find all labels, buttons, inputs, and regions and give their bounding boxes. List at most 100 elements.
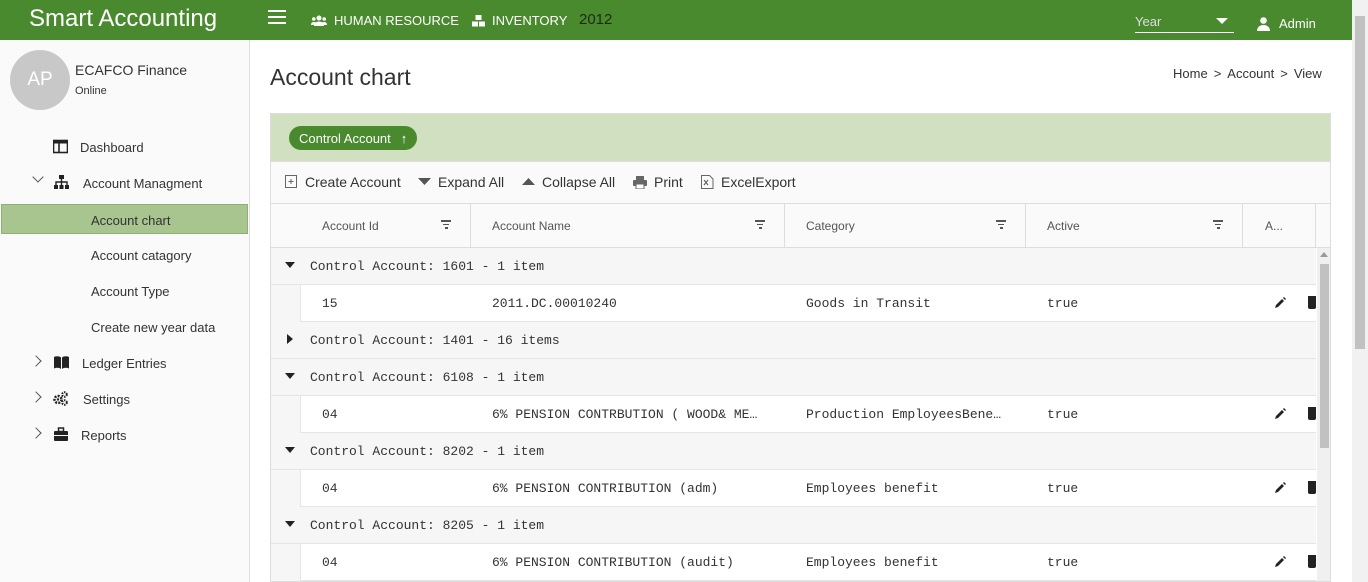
sidebar-item-label: Create new year data [91, 320, 216, 335]
page-scrollbar-thumb[interactable] [1355, 16, 1365, 349]
collapse-caret-icon[interactable] [285, 521, 295, 527]
app-brand[interactable]: Smart Accounting [29, 5, 217, 33]
edit-pencil-icon[interactable] [1273, 555, 1287, 569]
table-row[interactable]: 04 6% PENSION CONTRBUTION ( WOOD& ME… Pr… [271, 396, 1316, 433]
edit-pencil-icon[interactable] [1273, 481, 1287, 495]
group-row[interactable]: Control Account: 8205 - 1 item [271, 507, 1316, 544]
sitemap-icon [54, 175, 69, 189]
boxes-icon [472, 14, 485, 26]
nav-inventory-label: INVENTORY [492, 13, 568, 28]
column-header-actions[interactable]: A... [1243, 204, 1316, 248]
briefcase-icon [54, 427, 68, 441]
cell-category: Employees benefit [806, 555, 939, 570]
expand-caret-icon[interactable] [287, 334, 293, 344]
nav-human-resource[interactable]: HUMAN RESOURCE [311, 13, 459, 28]
edit-pencil-icon[interactable] [1273, 296, 1287, 310]
trash-icon[interactable] [1308, 407, 1316, 420]
column-header-label: Category [806, 219, 855, 233]
edit-pencil-icon[interactable] [1273, 407, 1287, 421]
collapse-caret-icon[interactable] [285, 447, 295, 453]
sidebar-item-account-managment[interactable]: Account Managment [1, 168, 248, 198]
nav-inventory[interactable]: INVENTORY [472, 13, 567, 28]
trash-icon[interactable] [1308, 481, 1316, 494]
table-row[interactable]: 04 6% PENSION CONTRIBUTION (audit) Emplo… [271, 544, 1316, 581]
grid-toolbar: Create Account Expand All Collapse All P… [271, 162, 1330, 204]
collapse-all-button[interactable]: Collapse All [522, 174, 615, 190]
group-row[interactable]: Control Account: 6108 - 1 item [271, 359, 1316, 396]
cell-active: true [1047, 555, 1079, 570]
cell-active: true [1047, 407, 1079, 422]
column-header-category[interactable]: Category [785, 204, 1026, 248]
group-chip-control-account[interactable]: Control Account ↑ [289, 126, 418, 150]
breadcrumb: Home > Account > View [1173, 66, 1322, 81]
column-header-label: Account Id [322, 219, 379, 233]
cell-account-id: 15 [322, 296, 338, 311]
cell-account-id: 04 [322, 407, 338, 422]
breadcrumb-separator: > [1280, 66, 1288, 81]
sidebar-item-account-type[interactable]: Account Type [1, 276, 248, 306]
cell-account-name: 6% PENSION CONTRIBUTION (adm) [492, 481, 719, 496]
sidebar-item-reports[interactable]: Reports [1, 420, 248, 450]
sidebar: AP ECAFCO Finance Online Dashboard Accou… [0, 40, 250, 582]
sidebar-item-label: Reports [81, 428, 127, 443]
breadcrumb-separator: > [1213, 66, 1222, 81]
filter-icon[interactable] [441, 220, 451, 229]
year-select-placeholder: Year [1135, 14, 1162, 29]
cell-active: true [1047, 481, 1079, 496]
cell-account-id: 04 [322, 555, 338, 570]
column-header-account-name[interactable]: Account Name [471, 204, 785, 248]
cell-category: Employees benefit [806, 481, 939, 496]
hamburger-menu-icon[interactable] [268, 10, 286, 26]
excel-export-button[interactable]: ExcelExport [701, 174, 796, 190]
cell-account-id: 04 [322, 481, 338, 496]
breadcrumb-account[interactable]: Account [1227, 66, 1274, 81]
group-row[interactable]: Control Account: 1601 - 1 item [271, 248, 1316, 285]
collapse-caret-icon[interactable] [285, 262, 295, 268]
column-header-label: Account Name [492, 219, 571, 233]
column-header-active[interactable]: Active [1026, 204, 1243, 248]
current-year: 2012 [579, 11, 613, 28]
year-select[interactable]: Year [1135, 14, 1234, 33]
expand-all-button[interactable]: Expand All [418, 174, 504, 190]
row-indent [271, 396, 301, 433]
sidebar-item-account-catagory[interactable]: Account catagory [1, 240, 248, 270]
group-row[interactable]: Control Account: 8202 - 1 item [271, 433, 1316, 470]
filter-icon[interactable] [755, 220, 765, 229]
create-account-button[interactable]: Create Account [285, 174, 401, 190]
sidebar-item-settings[interactable]: Settings [1, 384, 248, 414]
breadcrumb-home[interactable]: Home [1173, 66, 1208, 81]
column-header-label: A... [1265, 219, 1284, 233]
sidebar-item-account-chart[interactable]: Account chart [1, 204, 248, 234]
group-row-label: Control Account: 6108 - 1 item [310, 370, 545, 385]
admin-menu[interactable]: Admin [1257, 16, 1316, 31]
sidebar-item-create-new-year-data[interactable]: Create new year data [1, 312, 248, 342]
sidebar-item-label: Ledger Entries [82, 356, 167, 371]
group-row[interactable]: Control Account: 1401 - 16 items [271, 322, 1316, 359]
create-account-label: Create Account [305, 174, 401, 190]
collapse-caret-icon[interactable] [285, 373, 295, 379]
page-title: Account chart [270, 64, 411, 90]
cell-category: Goods in Transit [806, 296, 931, 311]
grid-scrollbar-thumb[interactable] [1320, 264, 1329, 448]
grid-scrollbar[interactable] [1317, 248, 1330, 581]
sidebar-item-label: Account catagory [91, 248, 192, 263]
scroll-up-arrow-icon[interactable] [1320, 252, 1328, 257]
gears-icon [53, 391, 68, 406]
sidebar-item-dashboard[interactable]: Dashboard [1, 132, 248, 162]
cell-account-name: 6% PENSION CONTRBUTION ( WOOD& ME… [492, 407, 758, 422]
cell-active: true [1047, 296, 1079, 311]
group-chip-label: Control Account [299, 130, 391, 146]
filter-icon[interactable] [1213, 220, 1223, 229]
column-header-account-id[interactable]: Account Id [271, 204, 471, 248]
sidebar-item-label: Account Type [91, 284, 170, 299]
table-row[interactable]: 15 2011.DC.00010240 Goods in Transit tru… [271, 285, 1316, 322]
sidebar-item-ledger-entries[interactable]: Ledger Entries [1, 348, 248, 378]
sort-arrow-up-icon[interactable]: ↑ [401, 131, 408, 146]
page-scrollbar[interactable] [1352, 0, 1368, 582]
trash-icon[interactable] [1308, 555, 1316, 568]
print-button[interactable]: Print [633, 174, 683, 190]
group-row-label: Control Account: 1401 - 16 items [310, 333, 560, 348]
trash-icon[interactable] [1308, 296, 1316, 309]
filter-icon[interactable] [996, 220, 1006, 229]
table-row[interactable]: 04 6% PENSION CONTRIBUTION (adm) Employe… [271, 470, 1316, 507]
